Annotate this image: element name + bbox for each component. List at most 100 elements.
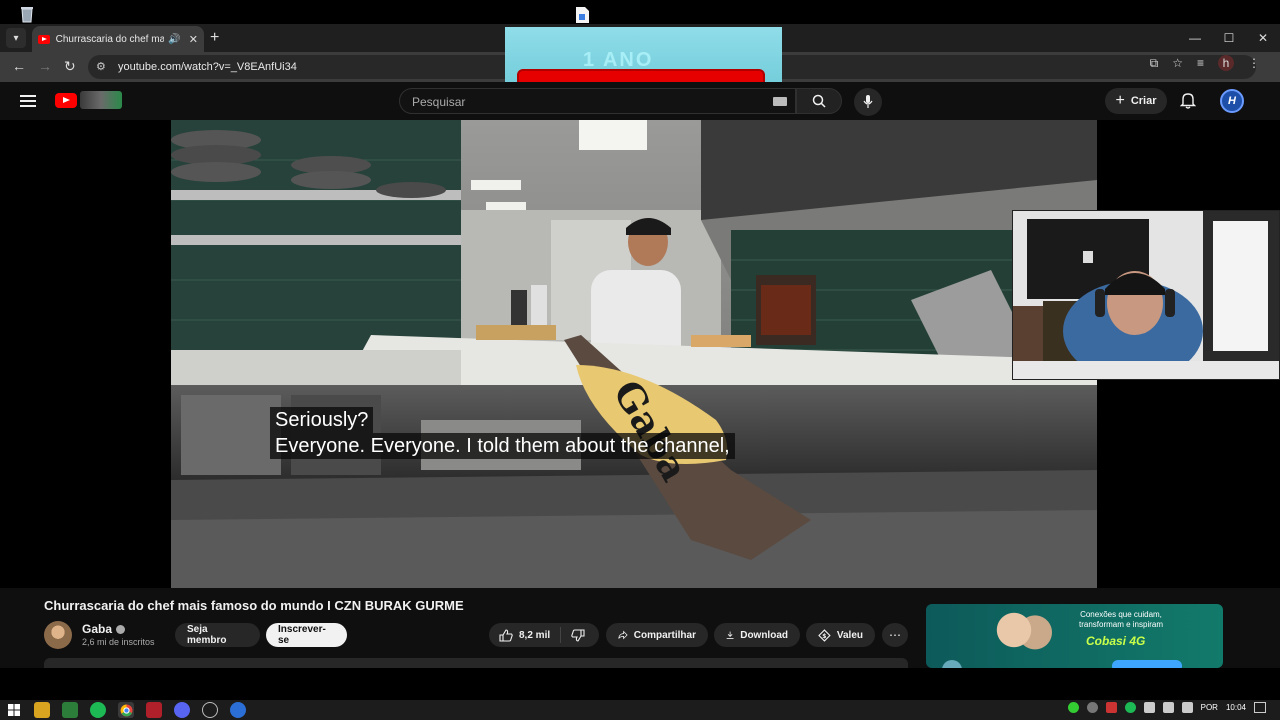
verified-badge-icon <box>116 625 126 635</box>
app-blue-icon[interactable] <box>230 702 246 718</box>
system-tray: POR 10:04 <box>1067 702 1266 713</box>
notification-center-icon[interactable] <box>1254 702 1266 713</box>
taskbar-clock[interactable]: 10:04 <box>1226 703 1246 712</box>
tray-network-icon[interactable] <box>1162 702 1174 713</box>
streamer-webcam-overlay <box>1012 210 1280 380</box>
youtube-header: Pesquisar + Criar H <box>0 82 1280 120</box>
tray-spotify-icon[interactable] <box>1124 702 1136 713</box>
hamburger-menu-icon[interactable] <box>20 95 36 107</box>
description-box[interactable] <box>44 658 908 668</box>
site-settings-icon[interactable]: ⚙ <box>96 60 106 73</box>
thanks-button[interactable]: $ Valeu <box>806 623 875 647</box>
profile-avatar[interactable]: h <box>1218 55 1234 71</box>
share-arrow-icon <box>618 630 628 640</box>
like-count: 8,2 mil <box>519 629 551 641</box>
dislike-button[interactable] <box>561 628 595 642</box>
subscribe-button[interactable]: Inscrever-se <box>266 623 347 647</box>
app-green-icon[interactable] <box>62 702 78 718</box>
search-button[interactable] <box>796 88 842 114</box>
subscriber-count: 2,6 mi de inscritos <box>82 637 155 647</box>
maximize-button[interactable]: ☐ <box>1212 24 1246 52</box>
video-frame-image: Gaba <box>171 120 1097 588</box>
ad-advertiser-avatar <box>942 660 962 668</box>
desktop-top-strip <box>0 0 1280 26</box>
discord-icon[interactable] <box>174 702 190 718</box>
bookmark-star-icon[interactable]: ☆ <box>1172 56 1183 70</box>
close-tab-icon[interactable]: ✕ <box>189 33 198 46</box>
ad-tagline: Conexões que cuidam, transformam e inspi… <box>1066 610 1176 630</box>
plus-icon: + <box>1115 92 1125 109</box>
ad-image <box>986 606 1056 654</box>
document-icon[interactable] <box>574 6 590 24</box>
file-explorer-icon[interactable] <box>34 702 50 718</box>
ad-banner[interactable]: Conexões que cuidam, transformam e inspi… <box>926 604 1223 668</box>
thumbs-up-icon <box>499 628 513 642</box>
download-button[interactable]: Download <box>714 623 800 647</box>
thumbs-down-icon <box>571 628 585 642</box>
subtitle-line-2: Everyone. Everyone. I told them about th… <box>270 433 735 459</box>
browser-tab-active[interactable]: Churrascaria do chef mais f 🔊 ✕ <box>32 26 204 52</box>
video-player[interactable]: Gaba Seriously? Everyone. Everyone. I to… <box>171 120 1097 588</box>
webcam-image <box>1013 211 1279 379</box>
share-label: Compartilhar <box>633 629 696 641</box>
ad-brand: Cobasi 4G <box>1086 634 1146 648</box>
svg-text:$: $ <box>822 632 826 639</box>
url-text[interactable]: youtube.com/watch?v=_V8EAnfUi34 <box>118 61 297 73</box>
voice-search-button[interactable] <box>854 88 882 116</box>
video-info-section: Churrascaria do chef mais famoso do mund… <box>0 588 1280 668</box>
subtitle-line-1: Seriously? <box>270 407 374 433</box>
search-icon <box>812 94 826 108</box>
app-red-icon[interactable] <box>146 702 162 718</box>
search-input[interactable]: Pesquisar <box>399 88 796 114</box>
more-actions-button[interactable]: ⋯ <box>882 623 908 647</box>
microphone-icon <box>863 95 873 108</box>
download-icon <box>726 631 734 639</box>
obs-icon[interactable] <box>202 702 218 718</box>
download-label: Download <box>740 629 788 641</box>
like-dislike-group: 8,2 mil <box>489 623 599 647</box>
windows-taskbar: POR 10:04 <box>0 700 1280 720</box>
create-button[interactable]: + Criar <box>1105 88 1167 114</box>
channel-name-link[interactable]: Gaba <box>82 622 126 636</box>
reload-icon[interactable]: ↻ <box>64 58 76 75</box>
spotify-icon[interactable] <box>90 702 106 718</box>
tray-app-1-icon[interactable] <box>1067 702 1079 713</box>
speaker-icon[interactable]: 🔊 <box>168 34 180 45</box>
youtube-logo-icon[interactable] <box>55 93 77 108</box>
media-controls-icon[interactable]: ≡ <box>1197 56 1204 70</box>
account-avatar[interactable]: H <box>1220 89 1244 113</box>
youtube-doodle[interactable] <box>80 91 122 109</box>
window-controls: — ☐ ✕ <box>1178 24 1280 52</box>
create-label: Criar <box>1130 95 1157 107</box>
minimize-button[interactable]: — <box>1178 24 1212 52</box>
youtube-favicon-icon <box>38 34 50 44</box>
close-window-button[interactable]: ✕ <box>1246 24 1280 52</box>
toolbar-actions: ⧉ ☆ ≡ h ⋮ <box>1150 55 1260 71</box>
join-member-label: Seja membro <box>187 624 227 646</box>
taskbar-apps <box>6 702 246 718</box>
ad-cta-button[interactable] <box>1112 660 1182 668</box>
back-arrow-icon[interactable]: ← <box>12 58 26 74</box>
tray-app-3-icon[interactable] <box>1105 702 1117 713</box>
forward-arrow-icon[interactable]: → <box>38 58 52 74</box>
keyboard-icon[interactable] <box>773 97 787 106</box>
join-member-button[interactable]: Seja membro <box>175 623 260 647</box>
like-button[interactable]: 8,2 mil <box>489 627 562 643</box>
language-indicator[interactable]: POR <box>1201 703 1218 712</box>
channel-name: Gaba <box>82 622 113 636</box>
install-app-icon[interactable]: ⧉ <box>1150 56 1159 71</box>
windows-start-icon[interactable] <box>6 702 22 718</box>
search-placeholder: Pesquisar <box>412 95 466 109</box>
chrome-icon[interactable] <box>118 702 134 718</box>
tray-mic-icon[interactable] <box>1143 702 1155 713</box>
share-button[interactable]: Compartilhar <box>606 623 708 647</box>
recycle-bin-icon[interactable] <box>18 5 36 23</box>
new-tab-button[interactable]: + <box>210 29 219 47</box>
tab-search-button[interactable]: ▾ <box>6 28 26 48</box>
super-thanks-icon: $ <box>818 628 831 642</box>
menu-dots-icon[interactable]: ⋮ <box>1248 56 1260 70</box>
channel-avatar[interactable] <box>44 621 72 649</box>
notifications-bell-icon[interactable] <box>1180 92 1196 109</box>
tray-volume-icon[interactable] <box>1181 702 1193 713</box>
tray-app-2-icon[interactable] <box>1086 702 1098 713</box>
